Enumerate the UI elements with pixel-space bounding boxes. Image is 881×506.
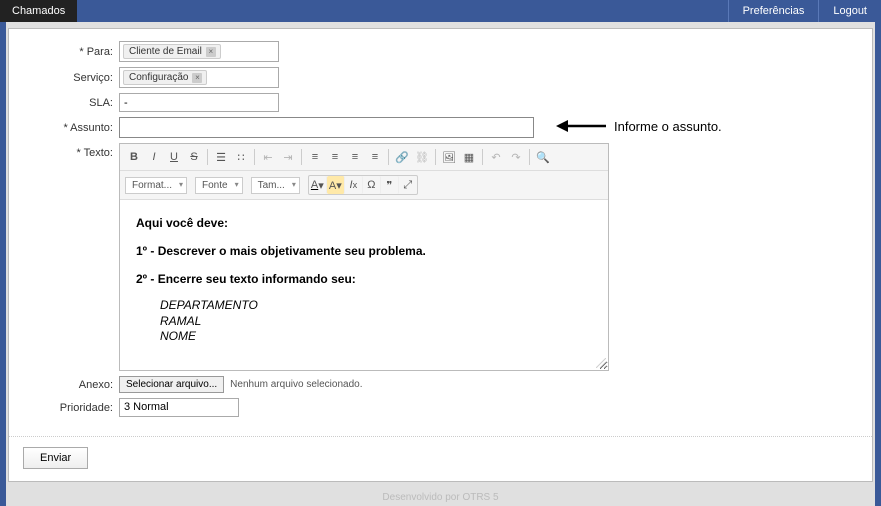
label-servico: Serviço: [23,72,119,84]
label-sla: SLA: [23,97,119,109]
indent-icon[interactable]: ⇥ [279,148,297,166]
redo-icon[interactable]: ↷ [507,148,525,166]
size-dropdown[interactable]: Tam... [251,177,300,194]
file-status-text: Nenhum arquivo selecionado. [230,379,362,390]
editor-nome: NOME [160,329,592,345]
align-left-icon[interactable]: ≡ [306,148,324,166]
editor-toolbar-1: B I U S ☰ ∷ ⇤ ⇥ ≡ ≡ ≡ ≡ [120,144,608,171]
align-right-icon[interactable]: ≡ [346,148,364,166]
remove-tag-icon[interactable]: × [206,47,216,57]
special-char-icon[interactable]: Ω [363,176,381,194]
unlink-icon[interactable]: ⛓ [413,148,431,166]
servico-input[interactable]: Configuração × [119,67,279,88]
bg-color-icon[interactable]: A▾ [327,176,345,194]
text-tools-group: A▾ A▾ Ix Ω ❞ ⤢ [308,175,418,195]
editor-line-1: Aqui você deve: [136,216,228,230]
para-tag: Cliente de Email × [123,44,221,59]
para-tag-label: Cliente de Email [129,46,202,57]
file-select-button[interactable]: Selecionar arquivo... [119,376,224,393]
link-logout[interactable]: Logout [818,0,881,22]
italic-icon[interactable]: I [145,148,163,166]
label-anexo: Anexo: [23,379,119,391]
topbar: Chamados Preferências Logout [0,0,881,22]
submit-button[interactable]: Enviar [23,447,88,469]
editor-toolbar-2: Format... Fonte Tam... A▾ A▾ Ix Ω ❞ ⤢ [120,171,608,200]
resize-grip-icon[interactable] [596,358,606,368]
text-color-icon[interactable]: A▾ [309,176,327,194]
remove-tag-icon[interactable]: × [192,73,202,83]
assunto-input[interactable] [119,117,534,138]
servico-tag: Configuração × [123,70,207,85]
tab-chamados[interactable]: Chamados [0,0,77,22]
label-para: * Para: [23,46,119,58]
strike-icon[interactable]: S [185,148,203,166]
frame-edge-right [875,22,881,506]
bullet-list-icon[interactable]: ∷ [232,148,250,166]
find-icon[interactable]: 🔍 [534,148,552,166]
frame-edge-left [0,22,6,506]
link-icon[interactable]: 🔗 [393,148,411,166]
justify-icon[interactable]: ≡ [366,148,384,166]
editor-line-2: 1º - Descrever o mais objetivamente seu … [136,244,426,258]
label-prioridade: Prioridade: [23,402,119,414]
label-texto: * Texto: [23,143,119,159]
link-preferencias[interactable]: Preferências [728,0,819,22]
image-icon[interactable]: 🖼 [440,148,458,166]
table-icon[interactable]: ▦ [460,148,478,166]
form-panel: * Para: Cliente de Email × Serviço: Conf… [8,28,873,482]
annotation-text: Informe o assunto. [614,119,722,134]
editor-ramal: RAMAL [160,314,592,330]
label-assunto: * Assunto: [23,122,119,134]
editor-dept: DEPARTAMENTO [160,298,592,314]
editor-content[interactable]: Aqui você deve: 1º - Descrever o mais ob… [120,200,608,370]
font-dropdown[interactable]: Fonte [195,177,243,194]
editor-line-3: 2º - Encerre seu texto informando seu: [136,272,356,286]
numbered-list-icon[interactable]: ☰ [212,148,230,166]
footer-text: Desenvolvido por OTRS 5 [0,492,881,503]
remove-format-icon[interactable]: Ix [345,176,363,194]
rich-text-editor: B I U S ☰ ∷ ⇤ ⇥ ≡ ≡ ≡ ≡ [119,143,609,371]
format-dropdown[interactable]: Format... [125,177,187,194]
outdent-icon[interactable]: ⇤ [259,148,277,166]
prioridade-select[interactable]: 3 Normal [119,398,239,417]
annotation-subject: Informe o assunto. [556,116,722,136]
undo-icon[interactable]: ↶ [487,148,505,166]
bold-icon[interactable]: B [125,148,143,166]
para-input[interactable]: Cliente de Email × [119,41,279,62]
quote-icon[interactable]: ❞ [381,176,399,194]
servico-tag-label: Configuração [129,72,188,83]
underline-icon[interactable]: U [165,148,183,166]
align-center-icon[interactable]: ≡ [326,148,344,166]
maximize-icon[interactable]: ⤢ [399,176,417,194]
sla-input[interactable] [119,93,279,112]
arrow-left-icon [556,116,606,136]
